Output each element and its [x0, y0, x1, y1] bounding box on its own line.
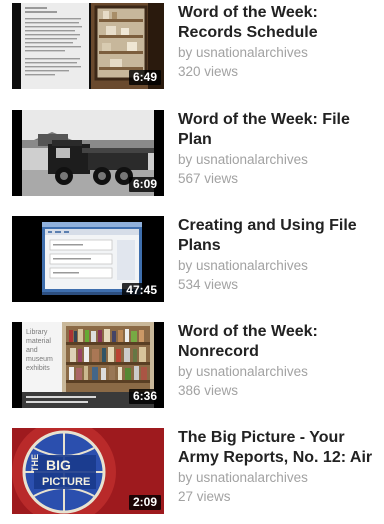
video-channel[interactable]: by usnationalarchives — [178, 468, 384, 487]
video-info: Word of the Week: Nonrecord by usnationa… — [178, 322, 384, 400]
thumbnail-logo-text: THE — [30, 454, 40, 472]
video-title[interactable]: Creating and Using File — [178, 216, 384, 236]
related-videos-list: 6:49 Word of the Week: Records Schedule … — [0, 0, 384, 521]
video-item[interactable]: 6:49 Word of the Week: Records Schedule … — [0, 3, 384, 99]
thumbnail-caption: museum — [26, 356, 53, 363]
video-views: 27 views — [178, 489, 231, 504]
video-info: Word of the Week: Records Schedule by us… — [178, 3, 384, 81]
video-duration: 6:36 — [128, 389, 161, 404]
video-duration: 6:09 — [128, 177, 161, 192]
thumbnail-logo-text: BIG — [46, 457, 71, 473]
video-title[interactable]: Army Reports, No. 12: Air — [178, 448, 384, 468]
thumbnail-caption: material — [26, 338, 51, 345]
video-views: 567 views — [178, 171, 239, 186]
video-thumbnail[interactable]: 47:45 — [12, 216, 164, 302]
video-info: Word of the Week: File Plan by usnationa… — [178, 110, 384, 188]
video-duration: 6:49 — [128, 70, 161, 85]
video-title[interactable]: Records Schedule — [178, 23, 384, 43]
video-title[interactable]: Word of the Week: — [178, 3, 384, 23]
video-title[interactable]: The Big Picture - Your — [178, 428, 384, 448]
video-views: 534 views — [178, 277, 239, 292]
video-title[interactable]: Word of the Week: — [178, 322, 384, 342]
video-item[interactable]: 6:09 Word of the Week: File Plan by usna… — [0, 110, 384, 206]
video-title[interactable]: Plan — [178, 130, 384, 150]
video-channel[interactable]: by usnationalarchives — [178, 43, 384, 62]
video-duration: 2:09 — [128, 495, 161, 510]
video-views: 386 views — [178, 383, 239, 398]
video-views: 320 views — [178, 64, 239, 79]
video-duration: 47:45 — [122, 283, 161, 298]
video-item[interactable]: THE BIG PICTURE 2:09 The Big Picture - Y… — [0, 428, 384, 524]
video-thumbnail[interactable]: THE BIG PICTURE 2:09 — [12, 428, 164, 514]
video-thumbnail[interactable]: 6:49 — [12, 3, 164, 89]
thumbnail-logo-text: PICTURE — [42, 476, 90, 488]
video-item[interactable]: Library material and museum exhibits 6:3… — [0, 322, 384, 418]
video-info: Creating and Using File Plans by usnatio… — [178, 216, 384, 294]
video-thumbnail[interactable]: Library material and museum exhibits 6:3… — [12, 322, 164, 408]
video-info: The Big Picture - Your Army Reports, No.… — [178, 428, 384, 506]
video-thumbnail[interactable]: 6:09 — [12, 110, 164, 196]
video-title[interactable]: Word of the Week: File — [178, 110, 384, 130]
video-title[interactable]: Plans — [178, 236, 384, 256]
video-channel[interactable]: by usnationalarchives — [178, 150, 384, 169]
video-channel[interactable]: by usnationalarchives — [178, 362, 384, 381]
thumbnail-caption: exhibits — [26, 365, 50, 372]
thumbnail-caption: and — [26, 347, 38, 354]
video-title[interactable]: Nonrecord — [178, 342, 384, 362]
video-item[interactable]: 47:45 Creating and Using File Plans by u… — [0, 216, 384, 312]
thumbnail-caption: Library — [26, 329, 48, 336]
video-channel[interactable]: by usnationalarchives — [178, 256, 384, 275]
